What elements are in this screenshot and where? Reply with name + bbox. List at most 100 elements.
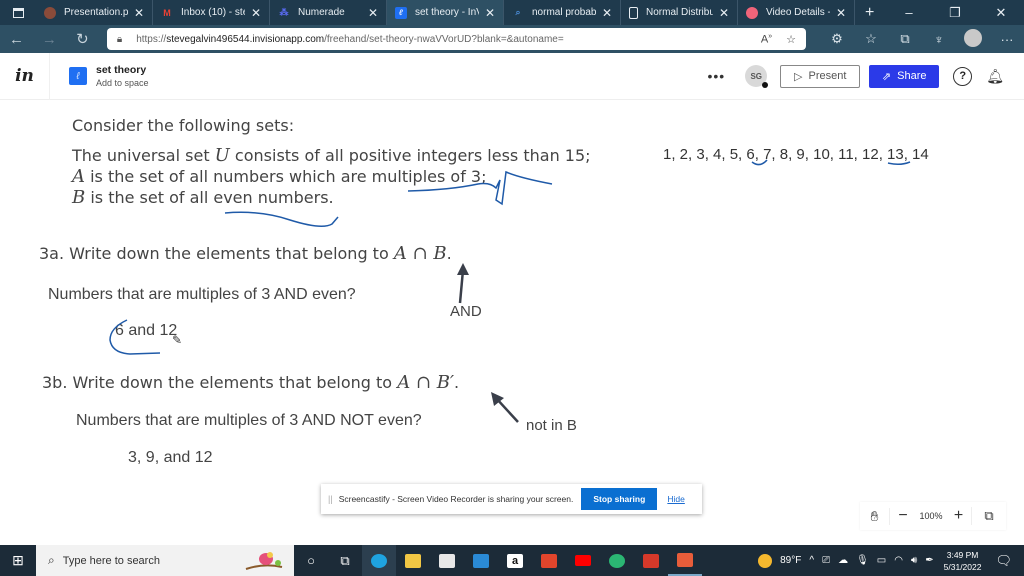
document-icon <box>629 6 638 19</box>
collections-icon[interactable]: ⧉ <box>888 31 922 47</box>
arrow-and <box>458 269 465 304</box>
notifications-icon[interactable]: 🗨︎ <box>995 553 1012 569</box>
volume-icon[interactable]: 🔊︎ <box>911 555 917 566</box>
close-tab-icon[interactable]: ✕ <box>836 6 846 20</box>
windows-start-icon[interactable]: ⊞ <box>0 552 36 569</box>
new-tab-button[interactable]: + <box>855 4 884 22</box>
search-icon: ⌕ <box>515 7 521 17</box>
amazon-icon[interactable]: a <box>498 545 532 576</box>
minimize-icon[interactable]: – <box>886 5 932 21</box>
tab-actions-button[interactable] <box>0 0 36 25</box>
play-icon: ▷ <box>794 70 803 83</box>
store-icon[interactable] <box>430 545 464 576</box>
settings-more-icon[interactable]: ··· <box>990 32 1024 47</box>
restore-icon[interactable]: ❐ <box>932 5 978 21</box>
onedrive-icon[interactable]: ☁︎ <box>838 555 848 566</box>
microphone-icon[interactable]: 🎙︎ <box>856 555 869 566</box>
show-hidden-icons-icon[interactable]: ^ <box>809 555 814 566</box>
share-button[interactable]: ⇗ Share <box>869 64 940 88</box>
close-tab-icon[interactable]: ✕ <box>602 6 612 20</box>
powerpoint-icon <box>44 6 56 19</box>
zoom-in-button[interactable]: + <box>946 507 972 525</box>
task-view-icon[interactable]: ⧉ <box>328 545 362 576</box>
wifi-icon[interactable]: ◠ <box>894 555 903 566</box>
drag-handle-icon[interactable]: || <box>328 494 333 504</box>
underline-even <box>224 211 339 227</box>
weather-sun-icon <box>758 553 773 568</box>
weather-temp[interactable]: 89°F <box>780 555 801 566</box>
arrow-not-in-b <box>495 397 519 423</box>
zoom-out-button[interactable]: − <box>890 507 916 525</box>
cortana-icon[interactable]: ○ <box>294 545 328 576</box>
pen-icon[interactable]: ✒︎ <box>925 555 933 566</box>
profile-avatar[interactable] <box>956 28 990 50</box>
share-icon: ⇗ <box>881 70 892 83</box>
forward-icon[interactable]: → <box>33 31 66 48</box>
clock[interactable]: 3:49 PM 5/31/2022 <box>944 549 982 573</box>
read-aloud-icon[interactable]: A» <box>761 33 772 46</box>
numerade-icon: ⁂ <box>279 7 289 17</box>
question-3a-prompt: Numbers that are multiples of 3 AND even… <box>48 286 356 303</box>
intro-text: Consider the following sets: <box>72 116 295 135</box>
close-tab-icon[interactable]: ✕ <box>134 6 144 20</box>
close-tab-icon[interactable]: ✕ <box>719 6 729 20</box>
hide-banner-link[interactable]: Hide <box>667 494 684 504</box>
freehand-doc-icon: ℓ <box>69 67 87 85</box>
gmail-icon: M <box>163 7 171 18</box>
battery-icon[interactable]: ▭ <box>877 555 886 566</box>
edge-dev-icon[interactable] <box>600 545 634 576</box>
tab-actions-icon <box>12 7 24 18</box>
question-3b: 3b. Write down the elements that belong … <box>42 372 460 393</box>
hand-tool-icon[interactable]: ✋︎ <box>860 507 890 525</box>
more-options-icon[interactable]: ••• <box>708 68 726 84</box>
arrow-and-head <box>457 263 469 275</box>
add-to-space-link[interactable]: Add to space <box>96 78 149 88</box>
invision-logo[interactable]: in <box>0 52 50 100</box>
zoom-level[interactable]: 100% <box>916 511 946 521</box>
favorites-icon[interactable]: ☆ <box>854 31 888 47</box>
close-tab-icon[interactable]: ✕ <box>251 6 261 20</box>
tab-inbox[interactable]: M Inbox (10) - steve ✕ <box>153 0 270 25</box>
edge-taskbar-icon[interactable] <box>362 545 396 576</box>
freehand-canvas[interactable]: Consider the following sets: The univers… <box>0 100 1024 545</box>
extensions-icon[interactable]: ⚙︎ <box>820 31 854 47</box>
add-favorite-icon[interactable]: ☆ <box>786 33 796 46</box>
meet-now-icon[interactable]: ⎚ <box>822 555 830 566</box>
tab-normal-distribution[interactable]: Normal Distribution ✕ <box>621 0 738 25</box>
share-message: Screencastify - Screen Video Recorder is… <box>338 494 574 504</box>
mail-icon[interactable] <box>464 545 498 576</box>
taskbar-search[interactable]: ⌕ Type here to search <box>36 545 294 576</box>
answer-3a: 6 and 12 <box>115 322 178 339</box>
present-button[interactable]: ▷ Present <box>780 64 861 88</box>
close-window-icon[interactable]: ✕ <box>978 5 1024 21</box>
browser-tab-bar: Presentation.pptx ✕ M Inbox (10) - steve… <box>0 0 1024 25</box>
office-icon[interactable] <box>532 545 566 576</box>
tab-normal-probability[interactable]: ⌕ normal probability ✕ <box>504 0 621 25</box>
close-tab-icon[interactable]: ✕ <box>368 6 378 20</box>
minimap-icon[interactable]: ⧉ <box>972 508 1006 524</box>
tab-presentation[interactable]: Presentation.pptx ✕ <box>36 0 153 25</box>
not-in-b-annotation: not in B <box>526 417 577 434</box>
rewards-icon[interactable]: ♆ <box>922 32 956 47</box>
pen-cursor-icon: ✎ <box>172 333 183 347</box>
stop-sharing-button[interactable]: Stop sharing <box>581 488 658 510</box>
lock-icon: 🔒︎ <box>116 33 123 45</box>
tab-numerade[interactable]: ⁂ Numerade ✕ <box>270 0 387 25</box>
youtube-icon[interactable] <box>566 545 600 576</box>
url-field[interactable]: 🔒︎ https://stevegalvin496544.invisionapp… <box>106 28 806 50</box>
help-icon[interactable]: ? <box>953 66 973 86</box>
close-tab-icon[interactable]: ✕ <box>485 6 495 20</box>
tab-set-theory[interactable]: ℓ set theory - InVision ✕ <box>387 0 504 25</box>
screencastify-taskbar-icon[interactable] <box>668 545 702 576</box>
notifications-bell-icon[interactable]: 🔔︎ <box>986 68 1004 85</box>
office-2-icon[interactable] <box>634 545 668 576</box>
back-icon[interactable]: ← <box>0 31 33 48</box>
file-explorer-icon[interactable] <box>396 545 430 576</box>
screencastify-icon <box>746 6 758 19</box>
refresh-icon[interactable]: ↻ <box>66 30 99 48</box>
address-bar-row: ← → ↻ 🔒︎ https://stevegalvin496544.invis… <box>0 25 1024 53</box>
doc-title[interactable]: set theory <box>96 64 149 76</box>
invision-icon: ℓ <box>395 6 407 19</box>
tab-video-details[interactable]: Video Details - Screencastify ✕ <box>738 0 855 25</box>
user-avatar[interactable]: SG <box>745 65 769 88</box>
